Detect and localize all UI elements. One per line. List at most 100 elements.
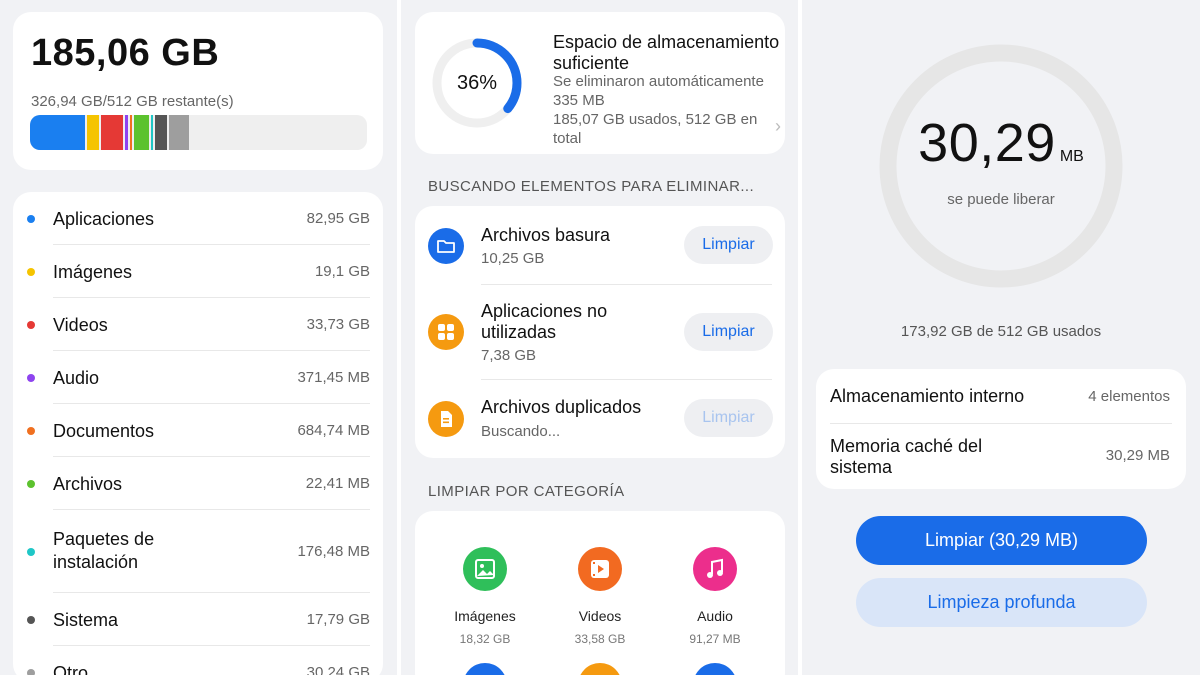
category-name: Audio	[53, 367, 100, 388]
category-clean-section-title: LIMPIAR POR CATEGORÍA	[428, 483, 625, 500]
used-storage-text: 173,92 GB de 512 GB usados	[900, 323, 1102, 340]
category-row[interactable]: Paquetes de instalación 176,48 MB	[13, 510, 383, 593]
storage-bar-segment	[168, 115, 189, 150]
cleanup-scan-panel: 36% Espacio de almacenamiento suficiente…	[401, 0, 798, 675]
remaining-storage-text: 326,94 GB/512 GB restante(s)	[31, 93, 234, 110]
usage-percent-label: 36%	[456, 72, 498, 94]
category-size: 18,32 GB	[459, 632, 511, 646]
category-name: Imágenes	[454, 608, 516, 624]
storage-bar-segment	[86, 115, 100, 150]
category-name: Videos	[578, 608, 622, 624]
deep-clean-button[interactable]: Limpieza profunda	[856, 578, 1147, 627]
row-value: 30,29 MB	[1105, 447, 1170, 464]
category-color-dot	[27, 373, 35, 382]
category-row[interactable]: Aplicaciones 82,95 GB	[13, 192, 383, 245]
category-color-dot	[27, 320, 35, 329]
category-size: 91,27 MB	[689, 632, 741, 646]
row-label: Almacenamiento interno	[830, 386, 1025, 406]
category-name: Paquetes de instalación	[53, 529, 155, 572]
category-size: 19,1 GB	[314, 262, 370, 280]
category-size: 371,45 MB	[297, 368, 370, 386]
category-row[interactable]: Sistema 17,79 GB	[13, 593, 383, 646]
row-value: 4 elementos	[1088, 388, 1170, 405]
storage-bar-segment	[125, 115, 128, 150]
scan-item-title: Archivos basura	[481, 225, 611, 245]
apps-grid-icon	[428, 314, 464, 350]
clean-unused-apps-button[interactable]: Limpiar	[684, 313, 773, 351]
divider	[481, 379, 772, 380]
category-size: 176,48 MB	[297, 542, 370, 560]
storage-status-card[interactable]: 36% Espacio de almacenamiento suficiente…	[415, 12, 785, 154]
scan-item-title: Aplicaciones no utilizadas	[481, 301, 608, 342]
music-note-icon	[693, 547, 737, 591]
category-color-dot	[27, 214, 35, 223]
category-name: Videos	[53, 314, 108, 335]
scan-item-title: Archivos duplicados	[481, 397, 642, 417]
auto-deleted-text: Se eliminaron automáticamente 335 MB	[553, 73, 764, 109]
folder-icon	[428, 228, 464, 264]
category-row[interactable]: Imágenes 19,1 GB	[13, 245, 383, 298]
storage-bar-segment	[155, 115, 167, 150]
category-peek-icon[interactable]	[578, 663, 622, 675]
category-row[interactable]: Archivos 22,41 MB	[13, 457, 383, 510]
category-name: Documentos	[53, 420, 155, 441]
category-size: 684,74 MB	[297, 421, 370, 439]
storage-category-list: Aplicaciones 82,95 GB Imágenes 19,1 GB Video…	[13, 192, 383, 675]
storage-bar-segment	[129, 115, 132, 150]
scan-item-subtitle: 7,38 GB	[481, 347, 537, 364]
category-color-dot	[27, 267, 35, 276]
freeable-amount: 30,29 MB	[878, 112, 1124, 174]
duplicate-files-icon	[428, 401, 464, 437]
storage-bar-segment	[30, 115, 85, 150]
category-name: Audio	[697, 608, 733, 624]
category-row[interactable]: Otro 30,24 GB	[13, 646, 383, 675]
divider	[830, 423, 1172, 424]
clean-button[interactable]: Limpiar (30,29 MB)	[856, 516, 1147, 565]
clean-duplicates-button[interactable]: Limpiar	[684, 399, 773, 437]
category-size: 17,79 GB	[306, 610, 370, 628]
category-color-dot	[27, 615, 35, 624]
category-row[interactable]: Audio 371,45 MB	[13, 351, 383, 404]
category-color-dot	[27, 547, 35, 556]
storage-bar-segment	[133, 115, 149, 150]
category-name: Imágenes	[53, 261, 133, 282]
scan-items-card: Archivos basura 10,25 GB Limpiar Aplicac…	[415, 206, 785, 458]
status-title: Espacio de almacenamiento suficiente	[553, 32, 780, 73]
freeable-amount-unit: MB	[1059, 148, 1084, 165]
scan-section-title: BUSCANDO ELEMENTOS PARA ELIMINAR...	[428, 178, 755, 195]
category-size: 22,41 MB	[305, 474, 370, 492]
category-size: 82,95 GB	[306, 209, 370, 227]
category-name: Sistema	[53, 609, 119, 630]
category-name: Otro	[53, 662, 89, 675]
storage-summary-card: 185,06 GB 326,94 GB/512 GB restante(s)	[13, 12, 383, 170]
row-label: Memoria caché del sistema	[830, 436, 983, 477]
cleanup-result-panel: 30,29 MB se puede liberar 173,92 GB de 51…	[802, 0, 1200, 675]
category-clean-card: Imágenes 18,32 GB Videos 33,58 GB Audio …	[415, 511, 785, 675]
divider	[481, 284, 772, 285]
cleanup-details-card: Almacenamiento interno 4 elementos Memor…	[816, 369, 1186, 489]
storage-overview-panel: 185,06 GB 326,94 GB/512 GB restante(s) A…	[0, 0, 397, 675]
category-size: 33,58 GB	[574, 632, 626, 646]
storage-usage-bar	[30, 115, 367, 150]
category-name: Aplicaciones	[53, 208, 155, 229]
used-storage-value: 185,06 GB	[31, 32, 220, 74]
category-row[interactable]: Documentos 684,74 MB	[13, 404, 383, 457]
category-peek-icon[interactable]	[463, 663, 507, 675]
category-size: 33,73 GB	[306, 315, 370, 333]
clean-junk-button[interactable]: Limpiar	[684, 226, 773, 264]
category-name: Archivos	[53, 473, 123, 494]
storage-bar-segment	[101, 115, 124, 150]
category-color-dot	[27, 479, 35, 488]
video-icon	[578, 547, 622, 591]
category-color-dot	[27, 668, 35, 675]
usage-total-text: 185,07 GB usados, 512 GB en total	[553, 111, 758, 147]
freeable-amount-value: 30,29	[918, 113, 1056, 173]
category-row[interactable]: Videos 33,73 GB	[13, 298, 383, 351]
scan-item-subtitle: Buscando...	[481, 423, 561, 440]
scan-item-subtitle: 10,25 GB	[481, 250, 545, 267]
freeable-label: se puede liberar	[947, 191, 1055, 208]
storage-bar-segment	[150, 115, 154, 150]
category-peek-icon[interactable]	[693, 663, 737, 675]
image-icon	[463, 547, 507, 591]
category-color-dot	[27, 426, 35, 435]
